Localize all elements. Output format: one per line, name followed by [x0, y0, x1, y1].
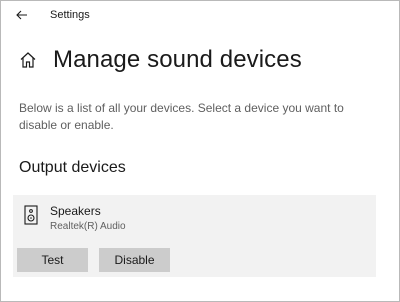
- page-description: Below is a list of all your devices. Sel…: [19, 101, 344, 132]
- page-header: Manage sound devices: [19, 45, 302, 75]
- home-icon[interactable]: [19, 51, 37, 69]
- device-card-speakers[interactable]: Speakers Realtek(R) Audio Test Disable: [13, 195, 376, 277]
- back-arrow-icon: [16, 10, 27, 20]
- speaker-icon: [23, 205, 39, 225]
- device-driver: Realtek(R) Audio: [50, 221, 126, 232]
- test-button[interactable]: Test: [17, 248, 88, 272]
- device-name: Speakers: [50, 204, 101, 218]
- title-bar: Settings: [1, 1, 399, 31]
- output-devices-heading: Output devices: [19, 159, 126, 176]
- settings-window: Settings Manage sound devices Below is a…: [0, 0, 400, 302]
- back-button[interactable]: [11, 6, 33, 24]
- app-title: Settings: [50, 9, 90, 21]
- page-title: Manage sound devices: [53, 46, 302, 73]
- disable-button[interactable]: Disable: [99, 248, 170, 272]
